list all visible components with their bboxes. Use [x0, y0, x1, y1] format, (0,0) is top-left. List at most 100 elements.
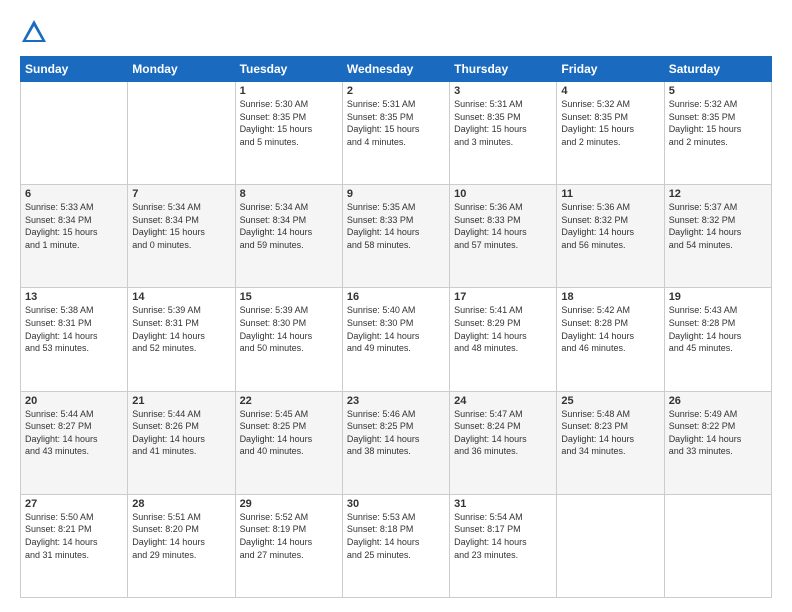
day-info: Sunrise: 5:37 AM Sunset: 8:32 PM Dayligh…: [669, 201, 767, 251]
calendar-cell: [21, 82, 128, 185]
calendar-cell: 18Sunrise: 5:42 AM Sunset: 8:28 PM Dayli…: [557, 288, 664, 391]
day-info: Sunrise: 5:36 AM Sunset: 8:32 PM Dayligh…: [561, 201, 659, 251]
day-number: 7: [132, 188, 230, 200]
day-info: Sunrise: 5:30 AM Sunset: 8:35 PM Dayligh…: [240, 98, 338, 148]
calendar-cell: 19Sunrise: 5:43 AM Sunset: 8:28 PM Dayli…: [664, 288, 771, 391]
calendar-cell: 10Sunrise: 5:36 AM Sunset: 8:33 PM Dayli…: [450, 185, 557, 288]
day-number: 6: [25, 188, 123, 200]
day-number: 29: [240, 498, 338, 510]
calendar-cell: 25Sunrise: 5:48 AM Sunset: 8:23 PM Dayli…: [557, 391, 664, 494]
day-info: Sunrise: 5:48 AM Sunset: 8:23 PM Dayligh…: [561, 408, 659, 458]
calendar-cell: 16Sunrise: 5:40 AM Sunset: 8:30 PM Dayli…: [342, 288, 449, 391]
day-number: 26: [669, 395, 767, 407]
day-info: Sunrise: 5:33 AM Sunset: 8:34 PM Dayligh…: [25, 201, 123, 251]
day-number: 10: [454, 188, 552, 200]
day-number: 4: [561, 85, 659, 97]
calendar-cell: 26Sunrise: 5:49 AM Sunset: 8:22 PM Dayli…: [664, 391, 771, 494]
day-info: Sunrise: 5:39 AM Sunset: 8:31 PM Dayligh…: [132, 304, 230, 354]
day-info: Sunrise: 5:43 AM Sunset: 8:28 PM Dayligh…: [669, 304, 767, 354]
day-number: 22: [240, 395, 338, 407]
calendar-cell: 6Sunrise: 5:33 AM Sunset: 8:34 PM Daylig…: [21, 185, 128, 288]
day-info: Sunrise: 5:52 AM Sunset: 8:19 PM Dayligh…: [240, 511, 338, 561]
calendar-table: SundayMondayTuesdayWednesdayThursdayFrid…: [20, 56, 772, 598]
day-number: 14: [132, 291, 230, 303]
calendar-cell: 2Sunrise: 5:31 AM Sunset: 8:35 PM Daylig…: [342, 82, 449, 185]
page: SundayMondayTuesdayWednesdayThursdayFrid…: [0, 0, 792, 612]
day-number: 5: [669, 85, 767, 97]
day-info: Sunrise: 5:54 AM Sunset: 8:17 PM Dayligh…: [454, 511, 552, 561]
calendar-cell: 13Sunrise: 5:38 AM Sunset: 8:31 PM Dayli…: [21, 288, 128, 391]
calendar-cell: 24Sunrise: 5:47 AM Sunset: 8:24 PM Dayli…: [450, 391, 557, 494]
calendar-cell: 30Sunrise: 5:53 AM Sunset: 8:18 PM Dayli…: [342, 494, 449, 597]
calendar-week-1: 1Sunrise: 5:30 AM Sunset: 8:35 PM Daylig…: [21, 82, 772, 185]
day-number: 25: [561, 395, 659, 407]
day-info: Sunrise: 5:39 AM Sunset: 8:30 PM Dayligh…: [240, 304, 338, 354]
calendar-cell: 22Sunrise: 5:45 AM Sunset: 8:25 PM Dayli…: [235, 391, 342, 494]
calendar-cell: 4Sunrise: 5:32 AM Sunset: 8:35 PM Daylig…: [557, 82, 664, 185]
calendar-week-3: 13Sunrise: 5:38 AM Sunset: 8:31 PM Dayli…: [21, 288, 772, 391]
logo: [20, 18, 52, 46]
calendar-cell: 20Sunrise: 5:44 AM Sunset: 8:27 PM Dayli…: [21, 391, 128, 494]
day-number: 17: [454, 291, 552, 303]
weekday-header-friday: Friday: [557, 57, 664, 82]
day-info: Sunrise: 5:51 AM Sunset: 8:20 PM Dayligh…: [132, 511, 230, 561]
day-info: Sunrise: 5:38 AM Sunset: 8:31 PM Dayligh…: [25, 304, 123, 354]
day-info: Sunrise: 5:49 AM Sunset: 8:22 PM Dayligh…: [669, 408, 767, 458]
day-number: 23: [347, 395, 445, 407]
day-number: 28: [132, 498, 230, 510]
calendar-cell: 1Sunrise: 5:30 AM Sunset: 8:35 PM Daylig…: [235, 82, 342, 185]
calendar-cell: 29Sunrise: 5:52 AM Sunset: 8:19 PM Dayli…: [235, 494, 342, 597]
calendar-cell: 7Sunrise: 5:34 AM Sunset: 8:34 PM Daylig…: [128, 185, 235, 288]
day-number: 13: [25, 291, 123, 303]
day-info: Sunrise: 5:50 AM Sunset: 8:21 PM Dayligh…: [25, 511, 123, 561]
header: [20, 18, 772, 46]
calendar-cell: 23Sunrise: 5:46 AM Sunset: 8:25 PM Dayli…: [342, 391, 449, 494]
calendar-cell: 9Sunrise: 5:35 AM Sunset: 8:33 PM Daylig…: [342, 185, 449, 288]
day-number: 16: [347, 291, 445, 303]
day-info: Sunrise: 5:34 AM Sunset: 8:34 PM Dayligh…: [132, 201, 230, 251]
day-number: 15: [240, 291, 338, 303]
calendar-cell: 31Sunrise: 5:54 AM Sunset: 8:17 PM Dayli…: [450, 494, 557, 597]
day-number: 12: [669, 188, 767, 200]
day-info: Sunrise: 5:45 AM Sunset: 8:25 PM Dayligh…: [240, 408, 338, 458]
day-info: Sunrise: 5:34 AM Sunset: 8:34 PM Dayligh…: [240, 201, 338, 251]
weekday-header-row: SundayMondayTuesdayWednesdayThursdayFrid…: [21, 57, 772, 82]
calendar-cell: 11Sunrise: 5:36 AM Sunset: 8:32 PM Dayli…: [557, 185, 664, 288]
day-info: Sunrise: 5:44 AM Sunset: 8:27 PM Dayligh…: [25, 408, 123, 458]
calendar-cell: [557, 494, 664, 597]
day-number: 27: [25, 498, 123, 510]
day-number: 19: [669, 291, 767, 303]
calendar-cell: 12Sunrise: 5:37 AM Sunset: 8:32 PM Dayli…: [664, 185, 771, 288]
calendar-week-2: 6Sunrise: 5:33 AM Sunset: 8:34 PM Daylig…: [21, 185, 772, 288]
calendar-cell: 3Sunrise: 5:31 AM Sunset: 8:35 PM Daylig…: [450, 82, 557, 185]
day-info: Sunrise: 5:31 AM Sunset: 8:35 PM Dayligh…: [347, 98, 445, 148]
calendar-cell: 14Sunrise: 5:39 AM Sunset: 8:31 PM Dayli…: [128, 288, 235, 391]
calendar-cell: 21Sunrise: 5:44 AM Sunset: 8:26 PM Dayli…: [128, 391, 235, 494]
day-number: 8: [240, 188, 338, 200]
day-info: Sunrise: 5:40 AM Sunset: 8:30 PM Dayligh…: [347, 304, 445, 354]
day-number: 9: [347, 188, 445, 200]
day-number: 30: [347, 498, 445, 510]
day-info: Sunrise: 5:32 AM Sunset: 8:35 PM Dayligh…: [669, 98, 767, 148]
calendar-cell: [664, 494, 771, 597]
weekday-header-thursday: Thursday: [450, 57, 557, 82]
day-info: Sunrise: 5:44 AM Sunset: 8:26 PM Dayligh…: [132, 408, 230, 458]
day-number: 31: [454, 498, 552, 510]
calendar-cell: 5Sunrise: 5:32 AM Sunset: 8:35 PM Daylig…: [664, 82, 771, 185]
day-info: Sunrise: 5:53 AM Sunset: 8:18 PM Dayligh…: [347, 511, 445, 561]
day-number: 20: [25, 395, 123, 407]
calendar-cell: 15Sunrise: 5:39 AM Sunset: 8:30 PM Dayli…: [235, 288, 342, 391]
day-info: Sunrise: 5:46 AM Sunset: 8:25 PM Dayligh…: [347, 408, 445, 458]
calendar-cell: 8Sunrise: 5:34 AM Sunset: 8:34 PM Daylig…: [235, 185, 342, 288]
calendar-week-4: 20Sunrise: 5:44 AM Sunset: 8:27 PM Dayli…: [21, 391, 772, 494]
day-info: Sunrise: 5:36 AM Sunset: 8:33 PM Dayligh…: [454, 201, 552, 251]
calendar-cell: 27Sunrise: 5:50 AM Sunset: 8:21 PM Dayli…: [21, 494, 128, 597]
day-number: 3: [454, 85, 552, 97]
day-info: Sunrise: 5:31 AM Sunset: 8:35 PM Dayligh…: [454, 98, 552, 148]
calendar-cell: 28Sunrise: 5:51 AM Sunset: 8:20 PM Dayli…: [128, 494, 235, 597]
weekday-header-wednesday: Wednesday: [342, 57, 449, 82]
calendar-cell: [128, 82, 235, 185]
day-info: Sunrise: 5:32 AM Sunset: 8:35 PM Dayligh…: [561, 98, 659, 148]
day-number: 11: [561, 188, 659, 200]
weekday-header-sunday: Sunday: [21, 57, 128, 82]
